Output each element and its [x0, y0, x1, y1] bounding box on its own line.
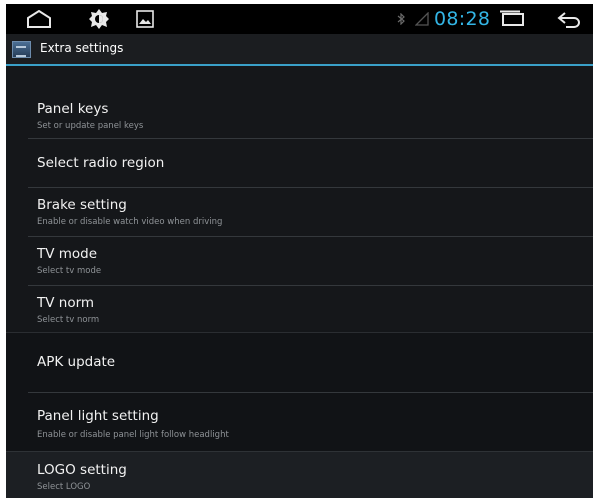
bluetooth-icon — [394, 4, 408, 34]
screen: 08:28 Extra settings Panel keys Set or u… — [6, 4, 593, 498]
setting-subtitle: Select LOGO — [37, 482, 91, 492]
setting-apk-update[interactable]: APK update — [6, 334, 593, 392]
setting-tv-mode[interactable]: TV mode Select tv mode — [6, 237, 593, 285]
setting-radio-region[interactable]: Select radio region — [6, 139, 593, 187]
setting-subtitle: Set or update panel keys — [37, 121, 144, 131]
setting-tv-norm[interactable]: TV norm Select tv norm — [6, 286, 593, 332]
setting-title: TV norm — [37, 295, 95, 311]
setting-subtitle: Select tv mode — [37, 266, 102, 276]
gallery-icon[interactable] — [134, 4, 156, 34]
recent-apps-icon[interactable] — [496, 4, 528, 34]
setting-title: LOGO setting — [37, 462, 127, 478]
setting-title: APK update — [37, 354, 116, 370]
signal-icon — [414, 4, 430, 34]
home-icon[interactable] — [22, 4, 56, 34]
setting-title: TV mode — [37, 246, 98, 262]
setting-panel-light[interactable]: Panel light setting Enable or disable pa… — [6, 393, 593, 451]
setting-title: Brake setting — [37, 197, 127, 213]
setting-title: Select radio region — [37, 155, 165, 171]
setting-subtitle: Select tv norm — [37, 315, 100, 325]
back-icon[interactable] — [554, 4, 584, 34]
app-icon[interactable] — [12, 41, 31, 58]
action-bar: Extra settings — [6, 34, 593, 66]
status-bar: 08:28 — [6, 4, 593, 34]
clock: 08:28 — [434, 8, 491, 30]
brightness-icon[interactable] — [86, 4, 112, 34]
setting-title: Panel keys — [37, 101, 109, 117]
setting-title: Panel light setting — [37, 408, 159, 424]
setting-logo[interactable]: LOGO setting Select LOGO — [6, 452, 593, 498]
setting-subtitle: Enable or disable panel light follow hea… — [37, 430, 229, 440]
setting-brake[interactable]: Brake setting Enable or disable watch vi… — [6, 188, 593, 236]
divider — [6, 332, 593, 333]
page-title: Extra settings — [40, 41, 124, 55]
setting-subtitle: Enable or disable watch video when drivi… — [37, 217, 223, 227]
setting-panel-keys[interactable]: Panel keys Set or update panel keys — [6, 88, 593, 138]
